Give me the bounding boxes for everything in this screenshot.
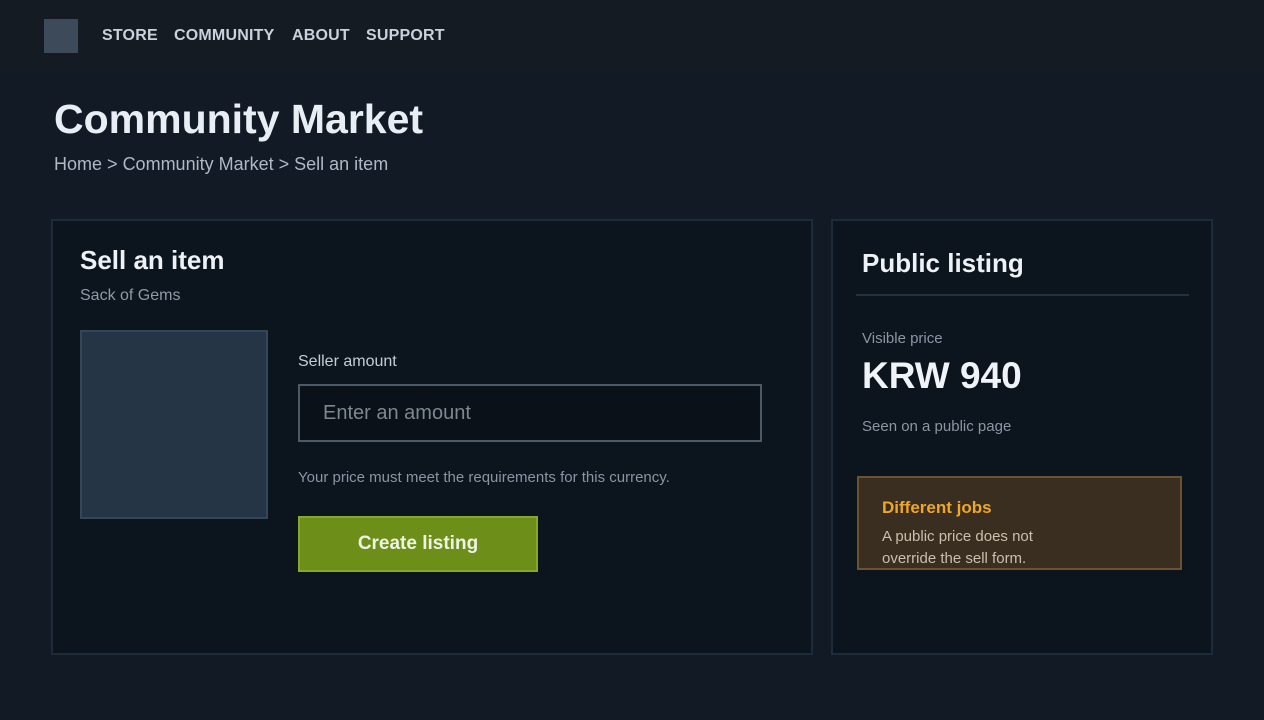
breadcrumb-sell-an-item: Sell an item [294, 154, 389, 174]
visible-price-value: KRW 940 [862, 355, 1022, 396]
price-requirement-hint: Your price must meet the requirements fo… [298, 469, 670, 486]
divider [856, 294, 1189, 296]
sell-item-panel: Sell an item Sack of Gems Seller amount … [51, 219, 813, 655]
public-listing-title: Public listing [862, 248, 1024, 278]
public-listing-panel: Public listing Visible price KRW 940 See… [831, 219, 1213, 655]
page-title: Community Market [54, 96, 424, 142]
visible-price-label: Visible price [862, 330, 943, 347]
square-logo-icon[interactable] [44, 19, 78, 53]
create-listing-button[interactable]: Create listing [298, 516, 538, 572]
breadcrumb-home[interactable]: Home [54, 154, 102, 174]
nav-link-store[interactable]: STORE [102, 27, 158, 45]
breadcrumb: Home > Community Market > Sell an item [54, 154, 388, 174]
sell-panel-title: Sell an item [80, 245, 225, 275]
seen-public-note: Seen on a public page [862, 418, 1012, 435]
top-nav-bar: STORE COMMUNITY ABOUT SUPPORT [0, 0, 1264, 72]
notice-title: Different jobs [882, 498, 992, 517]
seller-amount-label: Seller amount [298, 353, 397, 370]
item-thumbnail [80, 330, 268, 519]
nav-link-community[interactable]: COMMUNITY [174, 27, 274, 45]
notice-box: Different jobs A public price does not o… [857, 476, 1182, 570]
seller-amount-input[interactable] [298, 384, 762, 442]
item-name: Sack of Gems [80, 287, 181, 304]
breadcrumb-community-market[interactable]: Community Market [123, 154, 274, 174]
nav-link-support[interactable]: SUPPORT [366, 27, 445, 45]
breadcrumb-separator: > [107, 154, 118, 174]
breadcrumb-separator: > [278, 154, 290, 174]
nav-link-about[interactable]: ABOUT [292, 27, 350, 45]
notice-body: A public price does not override the sel… [882, 528, 1033, 567]
